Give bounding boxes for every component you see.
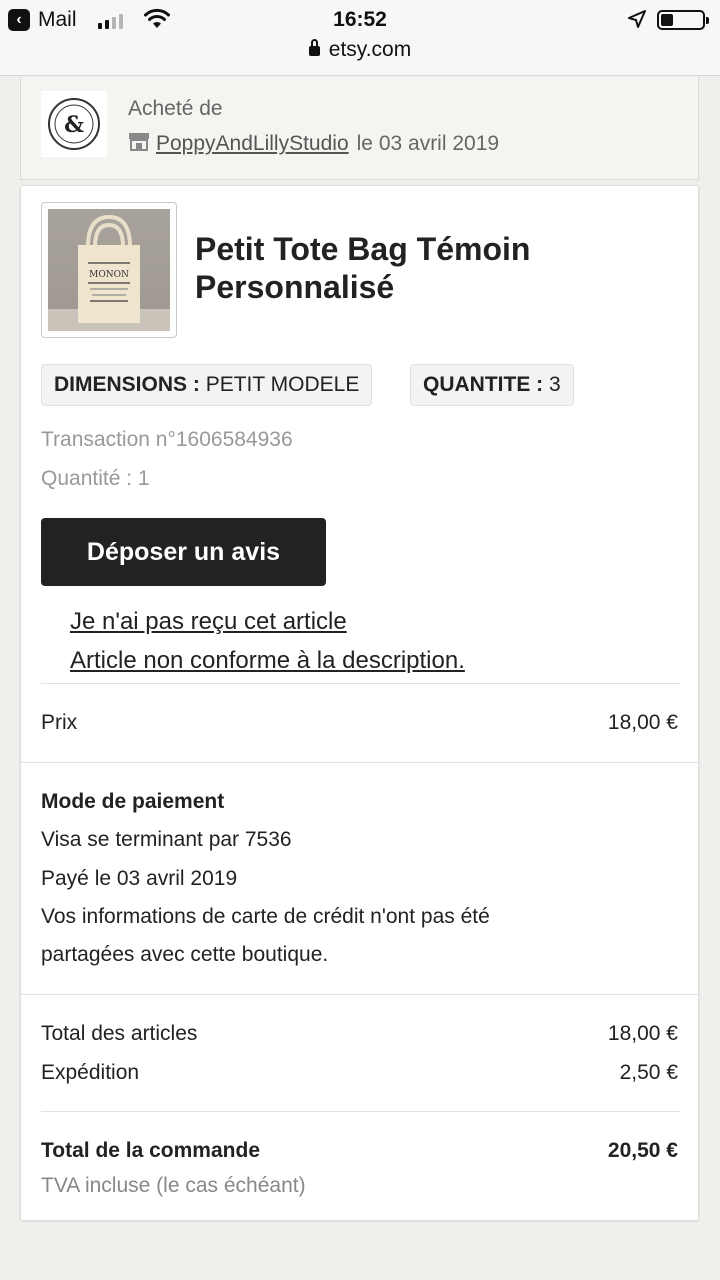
url-domain: etsy.com	[328, 38, 412, 61]
bought-from-line: PoppyAndLillyStudio le 03 avril 2019	[128, 131, 499, 157]
divider	[21, 762, 700, 763]
divider	[41, 683, 680, 684]
payment-note-line1: Vos informations de carte de crédit n'on…	[41, 905, 490, 928]
items-total-value: 18,00 €	[607, 1022, 678, 1045]
divider	[21, 994, 700, 995]
payment-date: Payé le 03 avril 2019	[41, 867, 238, 890]
url-bar[interactable]: etsy.com	[0, 38, 720, 62]
price-label: Prix	[41, 711, 78, 734]
battery-icon	[657, 10, 709, 30]
payment-note-line2: partagées avec cette boutique.	[41, 943, 329, 966]
shop-header: & Acheté de PoppyAndLillyStudio le 03 av…	[20, 77, 699, 180]
purchase-date: le 03 avril 2019	[356, 132, 500, 155]
order-total-label: Total de la commande	[41, 1139, 260, 1162]
payment-card: Visa se terminant par 7536	[41, 828, 292, 851]
order-total-value: 20,50 €	[607, 1139, 678, 1162]
shop-name-link[interactable]: PoppyAndLillyStudio	[156, 132, 349, 156]
transaction-number: Transaction n°1606584936	[41, 428, 293, 451]
shipping-label: Expédition	[41, 1061, 140, 1084]
product-title-line2: Personnalisé	[195, 269, 395, 305]
not-received-link[interactable]: Je n'ai pas reçu cet article	[70, 608, 347, 636]
variation-name: DIMENSIONS :	[54, 373, 200, 396]
shop-logo[interactable]: &	[41, 91, 107, 157]
shipping-value: 2,50 €	[619, 1061, 678, 1084]
tote-bag-image: MONON	[48, 209, 170, 331]
tote-print-text: MONON	[89, 270, 129, 280]
variation-value: 3	[549, 373, 561, 396]
purchase-quantity: Quantité : 1	[41, 467, 150, 490]
location-arrow-icon	[627, 9, 647, 34]
status-bar: ‹ Mail 16:52	[0, 0, 720, 40]
variation-chip-quantity: QUANTITE : 3	[410, 364, 574, 406]
browser-chrome: ‹ Mail 16:52 etsy.com	[0, 0, 720, 76]
order-card: MONON Petit Tote Bag Témoin Personnalisé…	[20, 185, 700, 1221]
not-as-described-link[interactable]: Article non conforme à la description.	[70, 647, 465, 675]
divider	[41, 1111, 680, 1112]
bought-from-label: Acheté de	[128, 97, 223, 120]
variation-name: QUANTITE :	[423, 373, 544, 396]
product-thumbnail[interactable]: MONON	[41, 202, 177, 338]
variation-chip-dimensions: DIMENSIONS : PETIT MODELE	[41, 364, 373, 406]
svg-text:&: &	[64, 112, 84, 138]
store-icon	[128, 131, 150, 157]
items-total-label: Total des articles	[41, 1022, 198, 1045]
vat-note: TVA incluse (le cas échéant)	[41, 1174, 306, 1197]
status-time: 16:52	[333, 8, 387, 31]
lock-icon	[308, 39, 320, 56]
leave-review-button[interactable]: Déposer un avis	[41, 518, 326, 586]
product-title[interactable]: Petit Tote Bag Témoin Personnalisé	[195, 230, 675, 306]
variation-value: PETIT MODELE	[205, 373, 360, 396]
payment-heading: Mode de paiement	[41, 790, 225, 813]
product-title-line1: Petit Tote Bag Témoin	[195, 231, 531, 267]
price-value: 18,00 €	[607, 711, 678, 734]
